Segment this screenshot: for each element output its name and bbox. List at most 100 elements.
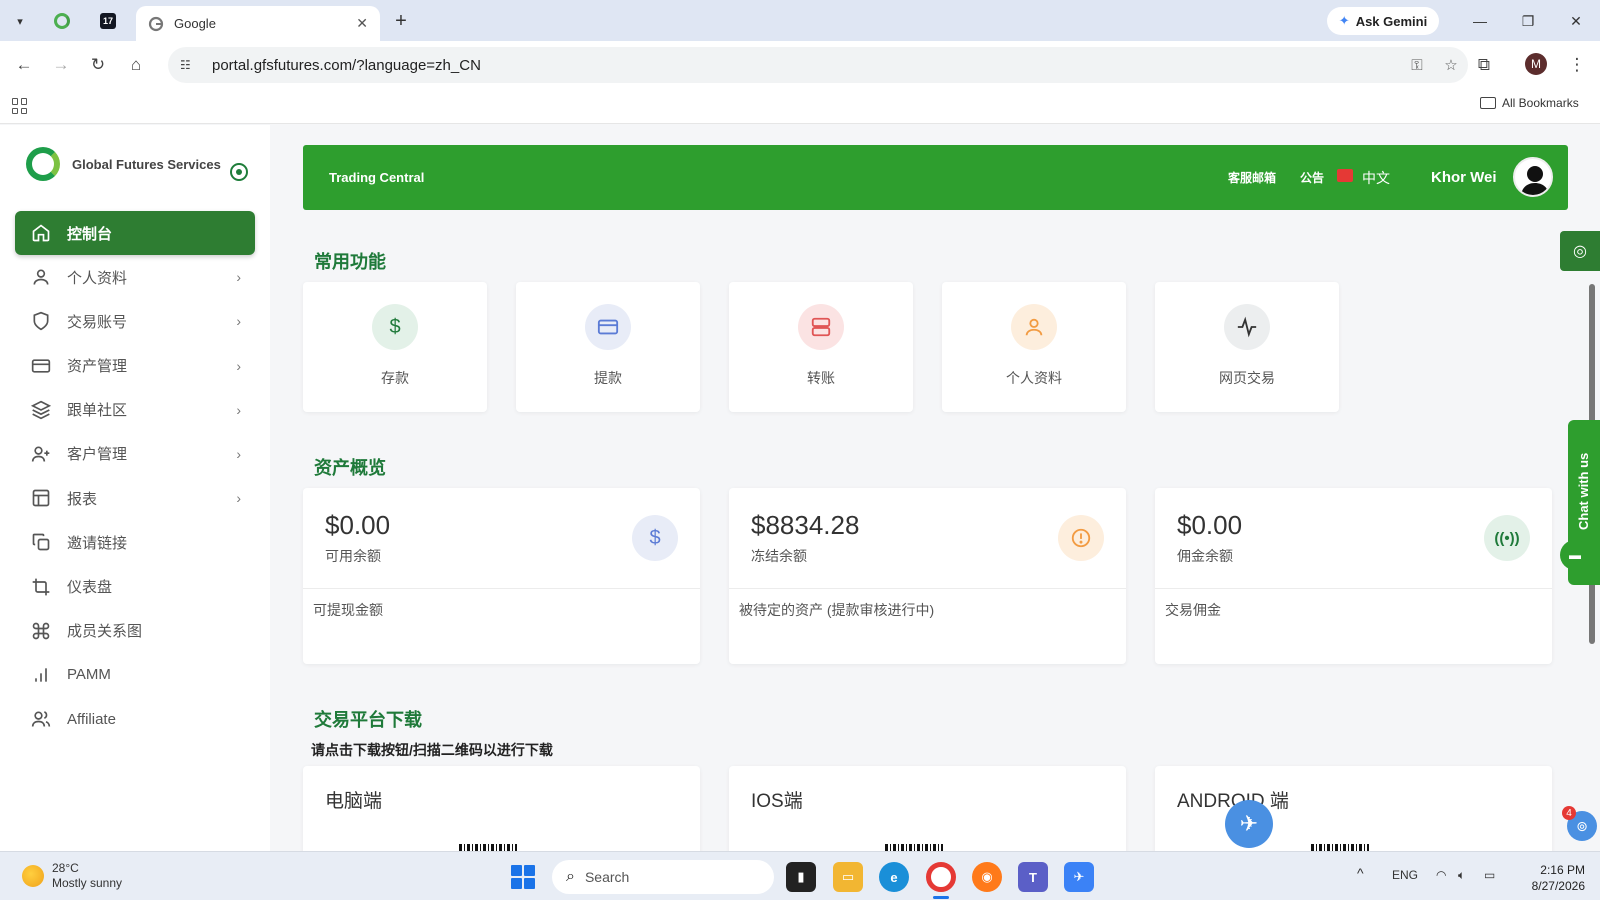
url-text[interactable]: portal.gfsfutures.com/?language=zh_CN	[212, 57, 1400, 74]
deposit-card[interactable]: $ 存款	[303, 282, 487, 412]
download-card-ios[interactable]: IOS端	[729, 766, 1126, 856]
chevron-right-icon: ›	[236, 490, 241, 507]
sidebar-item-client-management[interactable]: 客户管理 ›	[15, 432, 255, 476]
new-tab-button[interactable]: +	[388, 8, 414, 34]
file-explorer-icon[interactable]: ▭	[833, 862, 863, 892]
home-icon[interactable]: ⌂	[122, 51, 150, 79]
bookmark-star-icon[interactable]: ☆	[1434, 56, 1468, 74]
announcement-link[interactable]: 公告	[1300, 169, 1324, 186]
sidebar-item-label: 个人资料	[67, 269, 128, 287]
ask-gemini-label: Ask Gemini	[1355, 13, 1428, 29]
bird-app-icon[interactable]: ✈	[1064, 862, 1094, 892]
browser-menu-icon[interactable]: ⋮	[1563, 51, 1591, 79]
chrome-browser-icon[interactable]	[926, 862, 956, 892]
tab-search-chevron-icon[interactable]: ▾	[8, 10, 32, 32]
sun-icon	[22, 865, 44, 887]
active-tab[interactable]: Google ✕	[136, 6, 380, 41]
shield-icon	[31, 311, 51, 331]
sidebar-item-profile[interactable]: 个人资料 ›	[15, 255, 255, 299]
table-icon	[31, 488, 51, 508]
web-trading-card[interactable]: 网页交易	[1155, 282, 1339, 412]
transfer-card[interactable]: 转账	[729, 282, 913, 412]
withdraw-label: 提款	[594, 370, 622, 386]
downloads-subtitle: 请点击下载按钮/扫描二维码以进行下载	[311, 742, 553, 758]
chevron-right-icon: ›	[236, 313, 241, 330]
support-email-link[interactable]: 客服邮箱	[1228, 169, 1276, 186]
firefox-browser-icon[interactable]: ◉	[972, 862, 1002, 892]
reload-icon[interactable]: ↻	[84, 51, 112, 79]
tray-overflow-chevron-icon[interactable]: ^	[1357, 865, 1364, 881]
bar-chart-icon	[31, 665, 51, 685]
commission-balance-label: 佣金余额	[1177, 548, 1233, 564]
site-info-icon[interactable]: ☷	[180, 58, 202, 72]
brand[interactable]: Global Futures Services	[26, 147, 221, 181]
chat-bubble-icon[interactable]: ▬	[1560, 540, 1590, 570]
language-selector[interactable]: 中文	[1362, 168, 1390, 188]
battery-icon[interactable]: ▭	[1484, 868, 1495, 882]
chevron-right-icon: ›	[236, 445, 241, 462]
wifi-icon[interactable]: ◠	[1436, 868, 1446, 882]
restore-window-icon[interactable]: ❐	[1510, 8, 1546, 34]
teams-icon[interactable]: T	[1018, 862, 1048, 892]
sidebar-item-trading-account[interactable]: 交易账号 ›	[15, 299, 255, 343]
system-clock[interactable]: 2:16 PM 8/27/2026	[1525, 862, 1585, 894]
close-tab-icon[interactable]: ✕	[356, 15, 368, 32]
download-card-desktop[interactable]: 电脑端	[303, 766, 700, 856]
frozen-balance-amount: $8834.28	[751, 510, 860, 540]
sidebar-item-copy-trading[interactable]: 跟单社区 ›	[15, 388, 255, 432]
ask-gemini-button[interactable]: ✦ Ask Gemini	[1327, 7, 1439, 35]
layers-icon	[31, 400, 51, 420]
sidebar-item-dashboard[interactable]: 控制台	[15, 211, 255, 255]
profile-avatar[interactable]: M	[1525, 53, 1547, 75]
google-favicon-icon	[148, 16, 164, 31]
weather-condition: Mostly sunny	[52, 876, 123, 890]
taskbar-search-placeholder: Search	[584, 869, 630, 885]
tradingview-favicon-icon: 17	[100, 13, 116, 29]
username[interactable]: Khor Wei	[1431, 169, 1497, 186]
available-balance-amount: $0.00	[325, 510, 391, 540]
windows-taskbar: 28°C Mostly sunny ⌕ Search ▮ ▭ e ◉ T ✈ ^…	[0, 851, 1600, 900]
address-bar[interactable]: ☷ portal.gfsfutures.com/?language=zh_CN …	[168, 47, 1468, 83]
sidebar-item-affiliate[interactable]: Affiliate	[15, 697, 255, 741]
sidebar-item-member-graph[interactable]: 成员关系图	[15, 609, 255, 653]
forward-arrow-icon[interactable]: →	[47, 51, 75, 79]
profile-card[interactable]: 个人资料	[942, 282, 1126, 412]
sidebar-item-reports[interactable]: 报表 ›	[15, 476, 255, 520]
user-avatar[interactable]	[1513, 157, 1553, 197]
apps-grid-icon[interactable]	[12, 98, 28, 114]
minimize-window-icon[interactable]: —	[1462, 8, 1498, 34]
credit-card-icon	[585, 304, 631, 350]
sidebar-toggle-icon[interactable]	[230, 163, 248, 181]
withdraw-card[interactable]: 提款	[516, 282, 700, 412]
task-view-icon[interactable]: ▮	[786, 862, 816, 892]
input-language[interactable]: ENG	[1392, 868, 1418, 882]
available-balance-card: $0.00 可用余额 $ 可提现金额	[303, 488, 700, 664]
sidebar-item-invite-link[interactable]: 邀请链接	[15, 520, 255, 564]
volume-icon[interactable]: 🔈︎	[1458, 868, 1465, 883]
extensions-puzzle-icon[interactable]: ⧉	[1470, 51, 1498, 79]
pinned-tab-gfs[interactable]	[46, 8, 78, 34]
download-card-android[interactable]: ANDROID 端	[1155, 766, 1552, 856]
chevron-right-icon: ›	[236, 357, 241, 374]
clock-date: 8/27/2026	[1531, 879, 1585, 893]
edge-browser-icon[interactable]: e	[879, 862, 909, 892]
password-key-icon[interactable]: ⚿	[1400, 57, 1434, 74]
china-flag-icon[interactable]	[1337, 169, 1353, 182]
pinned-tab-tradingview[interactable]: 17	[92, 8, 124, 34]
back-arrow-icon[interactable]: ←	[10, 51, 38, 79]
all-bookmarks-button[interactable]: All Bookmarks	[1480, 96, 1579, 110]
sidebar-item-label: 控制台	[67, 225, 113, 243]
sidebar-item-label: 仪表盘	[67, 579, 113, 596]
close-window-icon[interactable]: ✕	[1558, 8, 1594, 34]
credit-card-icon	[31, 356, 51, 376]
floating-bird-icon[interactable]: ✈	[1225, 800, 1273, 848]
windows-start-icon[interactable]	[511, 865, 535, 889]
card-divider	[1155, 588, 1552, 589]
command-icon	[31, 621, 51, 641]
sidebar-item-asset-management[interactable]: 资产管理 ›	[15, 344, 255, 388]
sidebar-item-pamm[interactable]: PAMM	[15, 653, 255, 697]
weather-widget[interactable]: 28°C Mostly sunny	[22, 861, 122, 891]
sidebar-item-dashboard-panel[interactable]: 仪表盘	[15, 565, 255, 609]
sidebar-nav: 控制台 个人资料 › 交易账号 › 资产管理 › 跟单社区 › 客户管理 › 报…	[15, 211, 255, 741]
taskbar-search[interactable]: ⌕ Search	[552, 860, 774, 894]
